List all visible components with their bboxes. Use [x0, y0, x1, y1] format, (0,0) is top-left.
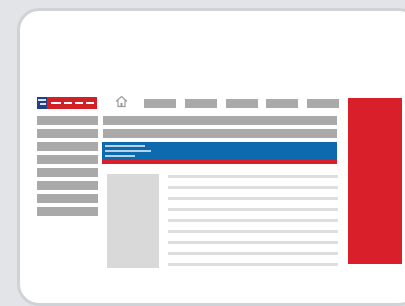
sidebar-item[interactable] [37, 207, 98, 216]
text-line [168, 219, 338, 222]
text-line [168, 263, 338, 266]
logo-stars [40, 103, 46, 105]
logo-stripe [51, 102, 61, 104]
banner-text-line [105, 155, 135, 157]
text-line [168, 252, 338, 255]
logo-stripe [75, 102, 83, 104]
logo-stripe [86, 102, 94, 104]
text-line [168, 175, 338, 178]
nav-item[interactable] [307, 99, 339, 108]
banner-text-line [105, 145, 145, 147]
logo-stripe [64, 102, 72, 104]
right-ad-panel[interactable] [348, 98, 402, 264]
image-placeholder [107, 174, 159, 268]
nav-item[interactable] [144, 99, 176, 108]
page-title-bar [103, 129, 337, 138]
sidebar-item[interactable] [37, 155, 98, 164]
sidebar-item[interactable] [37, 181, 98, 190]
sidebar-item[interactable] [37, 194, 98, 203]
nav-item[interactable] [185, 99, 217, 108]
hero-banner[interactable] [102, 142, 337, 161]
logo-stars [38, 99, 46, 101]
text-line [168, 208, 338, 211]
sidebar-item[interactable] [37, 142, 98, 151]
text-line [168, 186, 338, 189]
home-icon[interactable] [115, 95, 128, 108]
nav-item[interactable] [226, 99, 258, 108]
text-line [168, 230, 338, 233]
nav-item[interactable] [266, 99, 298, 108]
sidebar-item[interactable] [37, 129, 98, 138]
text-line [168, 197, 338, 200]
banner-text-line [105, 150, 151, 152]
sidebar-item[interactable] [37, 116, 98, 125]
breadcrumb-bar [103, 116, 337, 125]
sidebar-item[interactable] [37, 168, 98, 177]
text-line [168, 241, 338, 244]
banner-accent-stripe [102, 160, 337, 164]
site-logo[interactable] [37, 97, 97, 109]
